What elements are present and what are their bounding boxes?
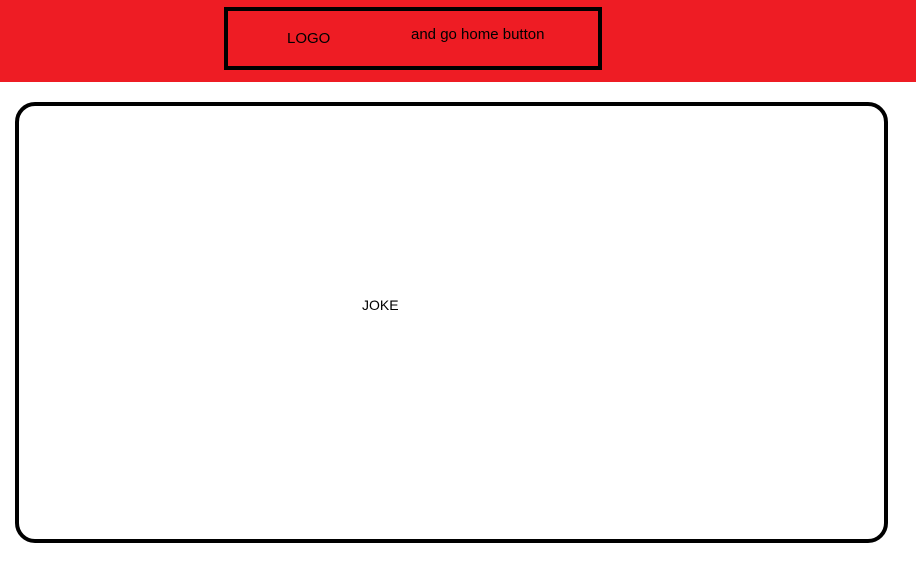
page: LOGO and go home button JOKE xyxy=(0,0,916,580)
home-button-label: and go home button xyxy=(411,26,545,43)
logo-label: LOGO xyxy=(287,30,331,47)
joke-text: JOKE xyxy=(362,297,399,313)
joke-card xyxy=(15,102,888,543)
